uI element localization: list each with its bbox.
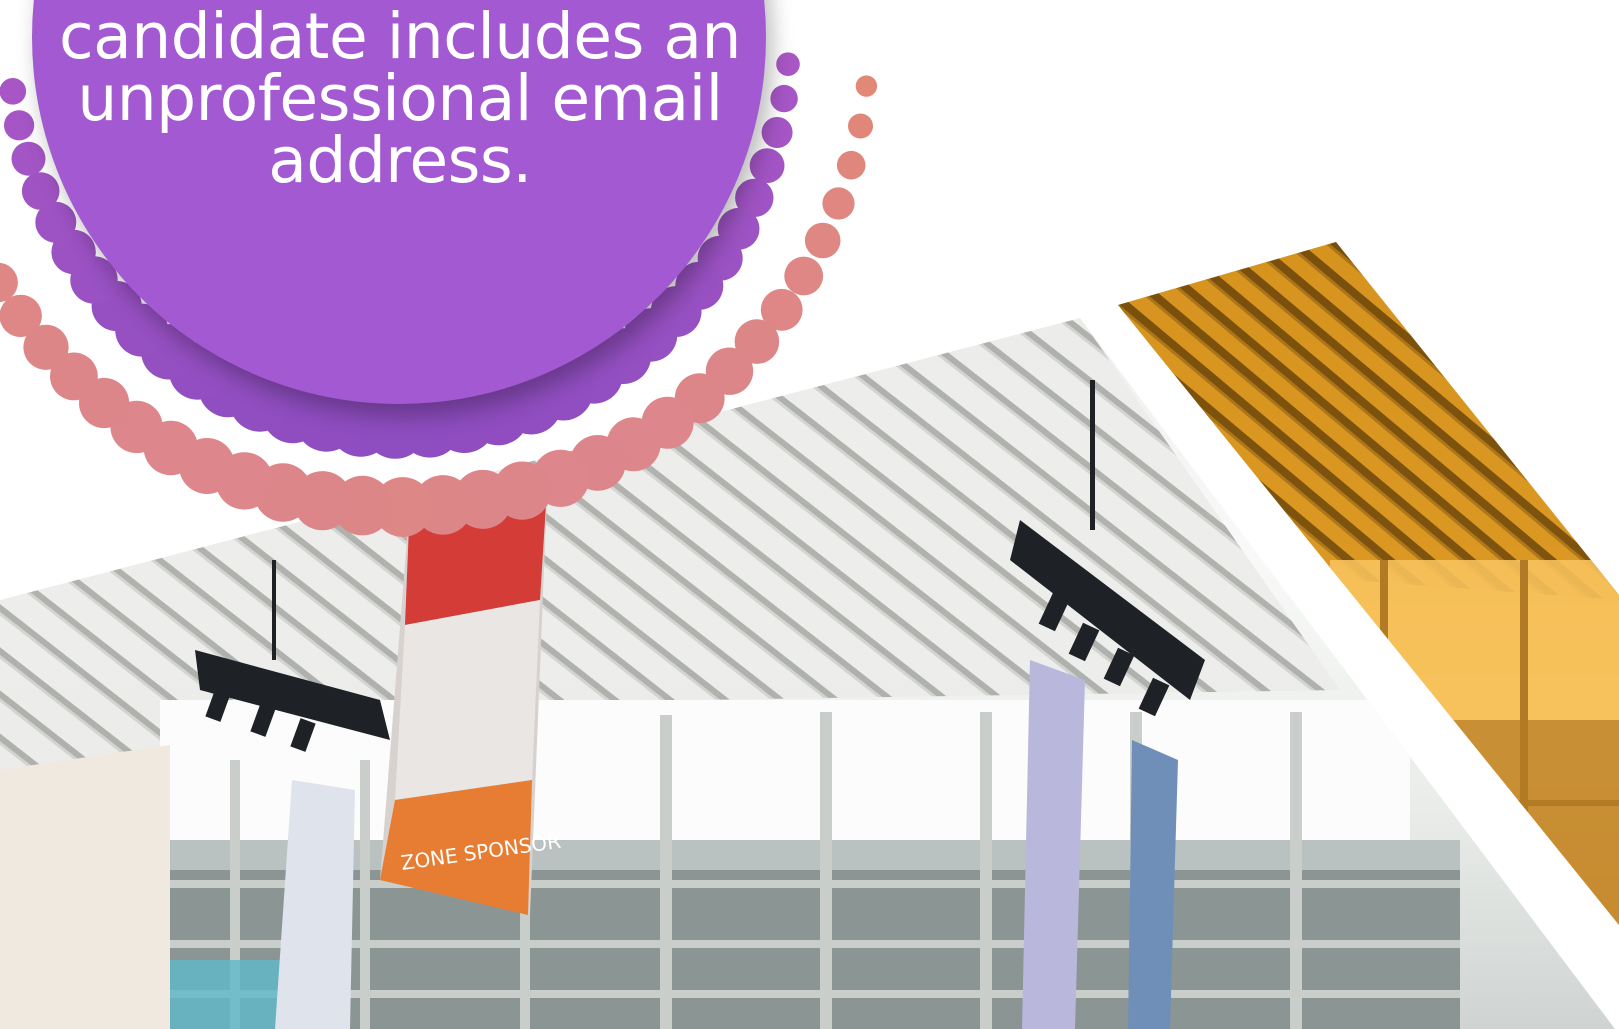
- callout-text: candidate includes an unprofessional ema…: [40, 0, 760, 197]
- callout-line-3: address.: [268, 124, 532, 197]
- callout-line-1: candidate includes an: [59, 0, 741, 73]
- callout-line-2: unprofessional email: [77, 62, 723, 135]
